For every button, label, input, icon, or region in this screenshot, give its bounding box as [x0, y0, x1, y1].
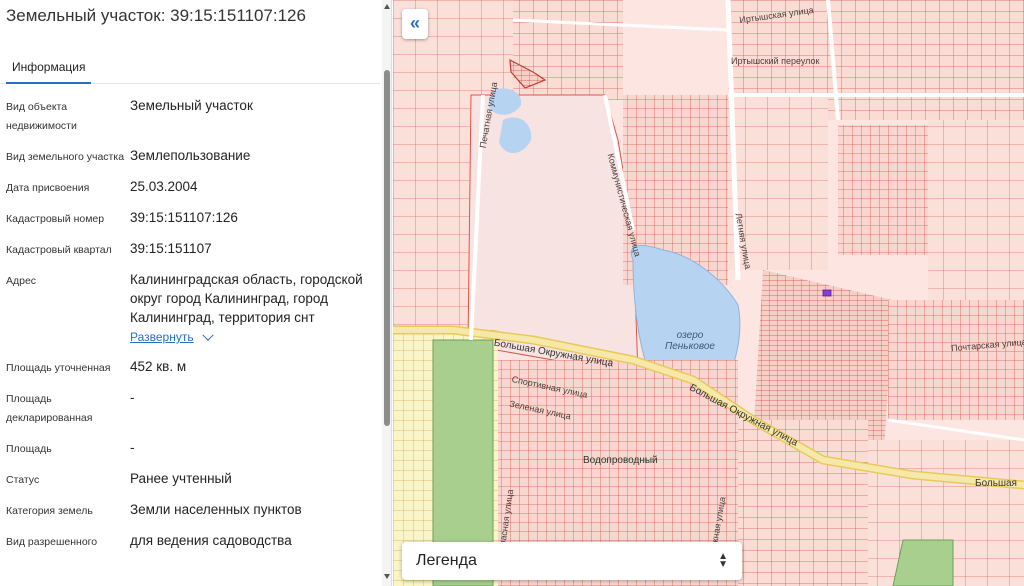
row-value: 452 кв. м	[130, 359, 187, 374]
row-value: Землепользование	[130, 148, 251, 163]
row-object-type: Вид объекта недвижимости Земельный участ…	[0, 96, 380, 136]
row-value: для ведения садоводства	[130, 533, 292, 548]
row-area-declared: Площадь декларированная -	[0, 388, 380, 428]
legend-select[interactable]: Легенда ▲ ▼	[402, 542, 742, 580]
row-value: Земельный участок	[130, 98, 253, 113]
row-value: Ранее учтенный	[130, 471, 232, 486]
row-label: Статус	[6, 474, 40, 486]
scroll-up-arrow-icon[interactable]	[384, 4, 390, 9]
legend-label: Легенда	[416, 552, 477, 569]
chevron-down-icon	[201, 329, 214, 341]
row-value: 39:15:151107	[130, 241, 212, 256]
row-value: -	[130, 390, 135, 405]
row-address: Адрес Калининградская область, городской…	[0, 270, 380, 347]
scroll-thumb[interactable]	[384, 70, 390, 426]
row-land-type: Вид земельного участка Землепользование	[0, 146, 380, 167]
row-label: Вид разрешенного	[6, 536, 98, 548]
collapse-panel-button[interactable]: «	[402, 9, 428, 39]
row-land-category: Категория земель Земли населенных пункто…	[0, 500, 380, 521]
property-list: Вид объекта недвижимости Земельный участ…	[0, 96, 380, 562]
expand-label: Развернуть	[130, 330, 194, 344]
panel-scrollbar[interactable]	[382, 0, 391, 586]
row-label: Вид земельного участка	[6, 151, 125, 163]
map-label-irtysh-lane: Иртышский переулок	[731, 56, 820, 66]
map-label-okruzhnaya-edge: Большая	[975, 478, 1017, 489]
row-area-specified: Площадь уточненная 452 кв. м	[0, 357, 380, 378]
expand-address-link[interactable]: Развернуть	[130, 328, 214, 347]
row-label: Площадь декларированная	[6, 393, 93, 424]
row-cadastral-number: Кадастровый номер 39:15:151107:126	[0, 208, 380, 229]
scroll-down-arrow-icon[interactable]	[384, 574, 390, 579]
row-value: 25.03.2004	[130, 179, 198, 194]
row-label: Адрес	[6, 275, 37, 287]
row-assign-date: Дата присвоения 25.03.2004	[0, 177, 380, 198]
row-label: Дата присвоения	[6, 182, 90, 194]
row-label: Вид объекта недвижимости	[6, 101, 77, 132]
address-value: Калининградская область, городской округ…	[130, 272, 363, 325]
row-label: Площадь уточненная	[6, 362, 111, 374]
row-label: Кадастровый квартал	[6, 244, 112, 256]
info-panel: Земельный участок: 39:15:151107:126 Инфо…	[0, 0, 392, 586]
row-cadastral-quarter: Кадастровый квартал 39:15:151107	[0, 239, 380, 260]
tab-information[interactable]: Информация	[6, 50, 92, 84]
row-label: Площадь	[6, 443, 52, 455]
row-label: Кадастровый номер	[6, 213, 105, 225]
cadastral-map[interactable]: Иртышская улица Иртышский переулок Печат…	[393, 0, 1024, 586]
row-status: Статус Ранее учтенный	[0, 469, 380, 490]
row-value: -	[130, 440, 135, 455]
row-permitted-use: Вид разрешенного для ведения садоводства	[0, 531, 380, 552]
row-label: Категория земель	[6, 505, 93, 517]
page-title: Земельный участок: 39:15:151107:126	[6, 6, 306, 25]
row-value: 39:15:151107:126	[130, 210, 238, 225]
row-value: Земли населенных пунктов	[130, 502, 302, 517]
tab-bar: Информация	[0, 50, 380, 84]
row-area: Площадь -	[0, 438, 380, 459]
map-label-lake: озеро Пеньковое	[665, 330, 715, 352]
row-value-wrap: Калининградская область, городской округ…	[130, 270, 380, 347]
up-down-chevron-icon: ▲ ▼	[718, 551, 728, 570]
map-label-vodoprovod: Водопроводный	[583, 455, 658, 466]
